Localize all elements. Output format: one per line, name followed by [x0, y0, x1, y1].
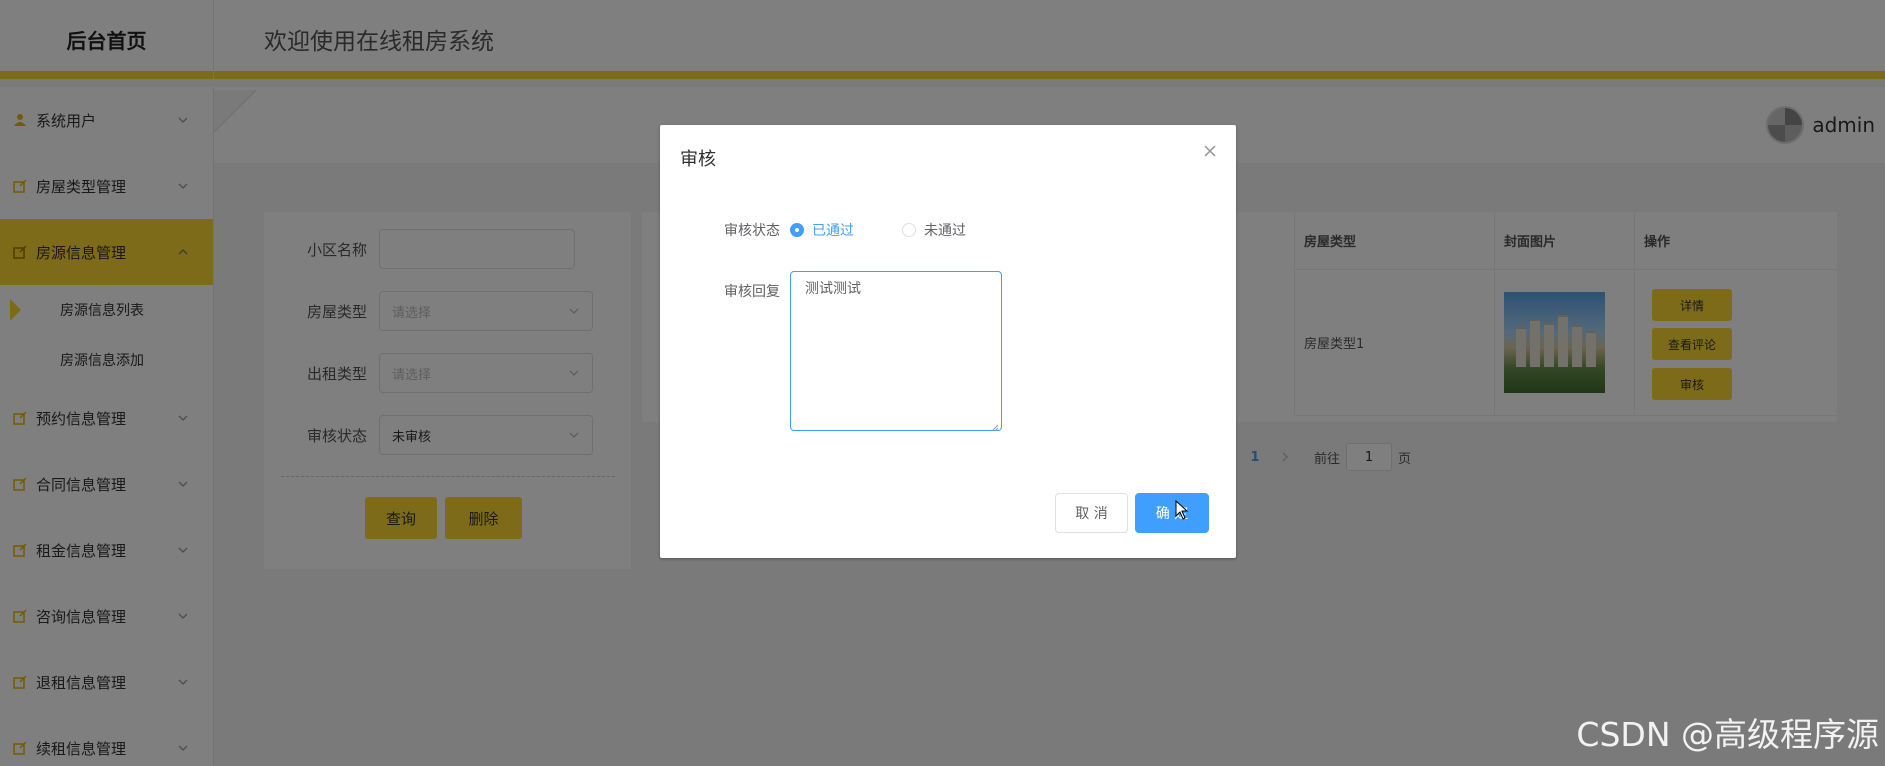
radio-approved[interactable]: 已通过	[790, 220, 854, 240]
radio-rejected[interactable]: 未通过	[902, 220, 966, 240]
audit-dialog: 审核 审核状态 已通过 未通过 审核回复 测试测试 取 消 确 定	[660, 125, 1236, 558]
audit-reply-textarea[interactable]: 测试测试	[790, 271, 1002, 432]
dialog-title: 审核	[680, 149, 716, 170]
radio-label: 未通过	[924, 223, 966, 239]
radio-label: 已通过	[812, 223, 854, 239]
radio-checked-icon	[790, 223, 804, 237]
mouse-cursor-icon	[1175, 500, 1189, 520]
resize-grip-icon[interactable]	[991, 420, 999, 432]
audit-reply-label: 审核回复	[724, 284, 780, 300]
audit-reply-text: 测试测试	[805, 281, 861, 297]
close-icon[interactable]	[1202, 143, 1218, 159]
cancel-button[interactable]: 取 消	[1055, 493, 1128, 533]
watermark: CSDN @高级程序源	[1576, 715, 1879, 754]
audit-status-label: 审核状态	[724, 223, 780, 239]
confirm-button[interactable]: 确 定	[1135, 493, 1209, 533]
radio-unchecked-icon	[902, 223, 916, 237]
